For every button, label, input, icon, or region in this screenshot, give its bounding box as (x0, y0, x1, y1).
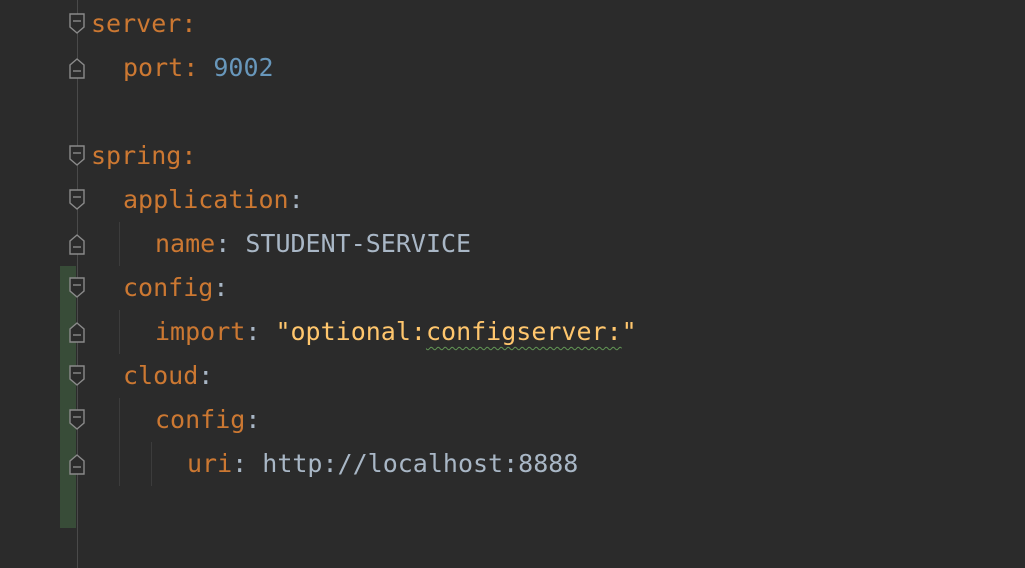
yaml-key: import (155, 317, 246, 346)
yaml-key: config (155, 405, 246, 434)
yaml-colon: : (198, 361, 214, 390)
vcs-change-marker[interactable] (60, 266, 76, 528)
code-line-config[interactable]: config: (123, 266, 228, 310)
code-line-application[interactable]: application: (123, 178, 304, 222)
fold-collapse-icon[interactable] (68, 145, 86, 167)
fold-collapse-icon[interactable] (68, 365, 86, 387)
yaml-colon: : (288, 185, 304, 214)
fold-end-icon[interactable] (68, 453, 86, 475)
yaml-key: config (123, 273, 214, 302)
yaml-colon: : (213, 273, 229, 302)
fold-collapse-icon[interactable] (68, 409, 86, 431)
yaml-colon: : (181, 141, 197, 170)
indent-guide (119, 310, 120, 354)
inspection-warning-text[interactable]: configserver: (426, 317, 622, 346)
yaml-colon: : (183, 53, 199, 82)
fold-end-icon[interactable] (68, 233, 86, 255)
code-line-server[interactable]: server: (91, 2, 196, 46)
yaml-colon: : (232, 449, 248, 478)
yaml-colon: : (245, 405, 261, 434)
yaml-colon: : (215, 229, 231, 258)
yaml-key: port (123, 53, 184, 82)
yaml-key: application (123, 185, 289, 214)
string-quote: " (275, 317, 291, 346)
yaml-key: server (91, 9, 182, 38)
fold-collapse-icon[interactable] (68, 13, 86, 35)
fold-end-icon[interactable] (68, 57, 86, 79)
fold-collapse-icon[interactable] (68, 277, 86, 299)
yaml-value: STUDENT-SERVICE (245, 229, 472, 258)
yaml-key: spring (91, 141, 182, 170)
yaml-key: uri (187, 449, 233, 478)
yaml-key: cloud (123, 361, 199, 390)
yaml-string-value: optional: (290, 317, 426, 346)
code-line-import[interactable]: import: "optional:configserver:" (155, 310, 637, 354)
yaml-value: 9002 (213, 53, 274, 82)
code-line-cloud[interactable]: cloud: (123, 354, 213, 398)
code-line-cloud-config[interactable]: config: (155, 398, 260, 442)
code-line-spring[interactable]: spring: (91, 134, 196, 178)
indent-guide (119, 398, 120, 486)
indent-guide (151, 442, 152, 486)
yaml-colon: : (181, 9, 197, 38)
code-line-uri[interactable]: uri: http://localhost:8888 (187, 442, 578, 486)
fold-collapse-icon[interactable] (68, 189, 86, 211)
code-line-name[interactable]: name: STUDENT-SERVICE (155, 222, 471, 266)
yaml-key: name (155, 229, 216, 258)
code-line-port[interactable]: port: 9002 (123, 46, 274, 90)
fold-end-icon[interactable] (68, 321, 86, 343)
yaml-colon: : (245, 317, 261, 346)
string-quote: " (621, 317, 637, 346)
indent-guide (119, 222, 120, 266)
code-editor[interactable]: server: port: 9002 spring: application: … (0, 0, 1025, 568)
yaml-value: http://localhost:8888 (262, 449, 579, 478)
